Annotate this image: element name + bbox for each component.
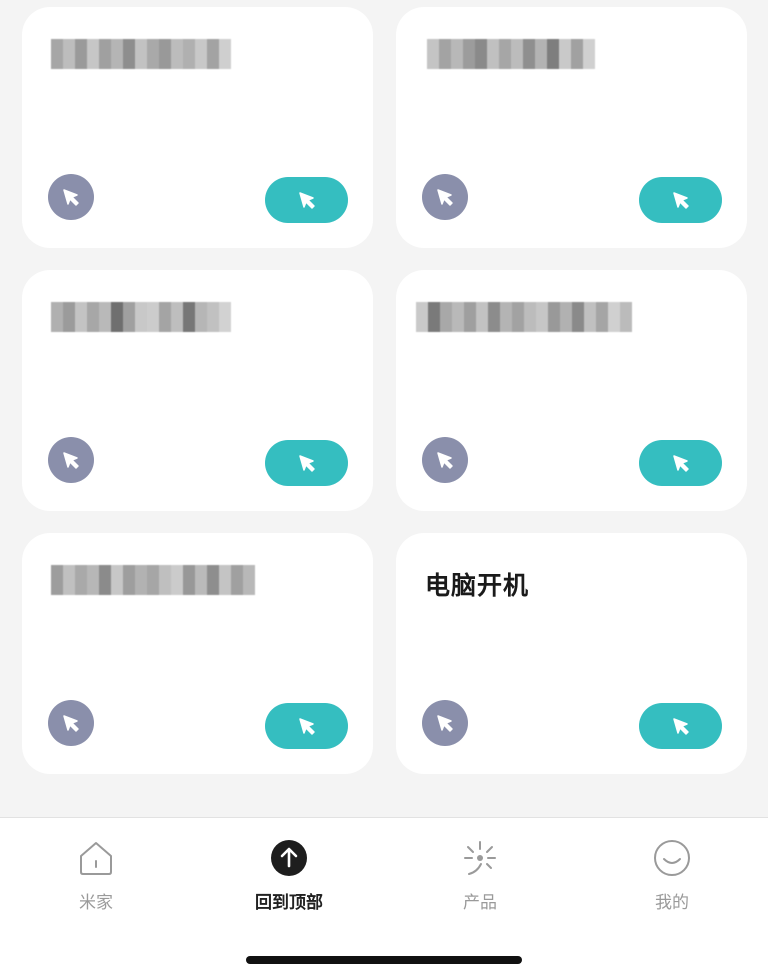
tab-back-to-top-label: 回到顶部 [255,893,323,913]
scene-run-button[interactable] [265,440,348,486]
cursor-arrow-icon [437,452,453,469]
scene-settings-button[interactable] [48,174,94,220]
scene-run-button[interactable] [639,440,722,486]
cursor-arrow-icon [63,452,79,469]
scene-run-button[interactable] [639,177,722,223]
cursor-arrow-icon [63,189,79,206]
scene-run-button[interactable] [265,703,348,749]
tab-home[interactable]: 米家 [36,838,156,918]
cursor-arrow-icon [672,455,689,472]
redacted-title [51,302,231,332]
redacted-title [51,565,255,595]
smiley-icon [652,838,692,878]
cursor-arrow-icon [298,192,315,209]
home-indicator [246,956,522,964]
scene-run-button[interactable] [265,177,348,223]
scene-settings-button[interactable] [48,437,94,483]
redacted-title [427,39,595,69]
house-icon [76,838,116,878]
cursor-arrow-icon [672,718,689,735]
scene-card[interactable] [396,7,747,248]
tab-mine-label: 我的 [655,893,689,913]
scene-card[interactable] [22,7,373,248]
tab-products[interactable]: 产品 [420,838,540,918]
arrow-up-circle-icon [269,838,309,878]
scene-card[interactable]: 电脑开机 [396,533,747,774]
scene-card[interactable] [22,533,373,774]
scene-settings-button[interactable] [422,437,468,483]
tab-mine[interactable]: 我的 [612,838,732,918]
cursor-arrow-icon [63,715,79,732]
redacted-title [51,39,231,69]
cursor-arrow-icon [437,189,453,206]
sparkle-icon [460,838,500,878]
scene-card[interactable] [396,270,747,511]
scene-settings-button[interactable] [422,700,468,746]
redacted-title [416,302,632,332]
scene-title: 电脑开机 [425,571,530,600]
scene-grid: 电脑开机 [0,0,768,818]
cursor-arrow-icon [298,455,315,472]
scene-settings-button[interactable] [422,174,468,220]
scene-run-button[interactable] [639,703,722,749]
tab-products-label: 产品 [463,893,497,913]
cursor-arrow-icon [298,718,315,735]
scene-settings-button[interactable] [48,700,94,746]
scene-card[interactable] [22,270,373,511]
tab-home-label: 米家 [79,893,113,913]
tab-back-to-top[interactable]: 回到顶部 [229,838,349,918]
cursor-arrow-icon [437,715,453,732]
cursor-arrow-icon [672,192,689,209]
